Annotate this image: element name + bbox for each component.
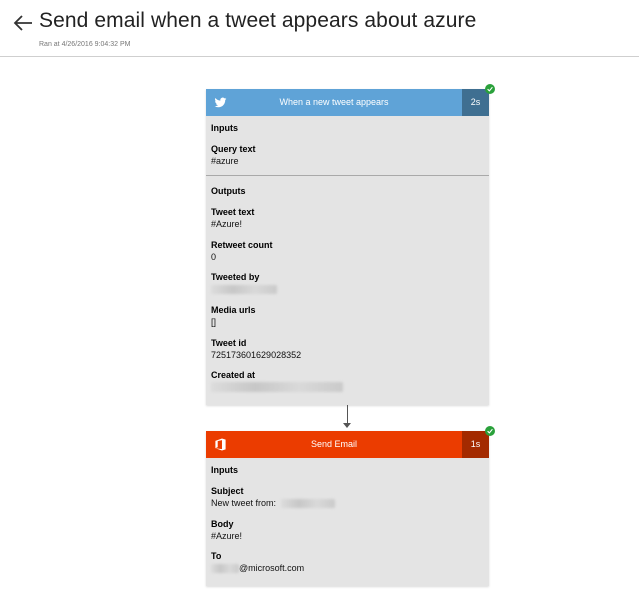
header-divider — [0, 56, 639, 57]
query-text-label: Query text — [211, 144, 256, 154]
redacted-text — [211, 564, 239, 574]
twitter-card-header[interactable]: When a new tweet appears 2s — [206, 89, 489, 116]
media-urls-value: [] — [211, 317, 217, 327]
tweet-text-value: #Azure! — [211, 219, 243, 229]
twitter-duration-badge: 2s — [462, 89, 489, 116]
back-arrow-icon[interactable] — [12, 12, 34, 34]
page-title: Send email when a tweet appears about az… — [39, 9, 477, 32]
created-at-value — [211, 381, 343, 392]
retweet-count-label: Retweet count — [211, 240, 273, 250]
email-inputs-heading: Inputs — [211, 465, 238, 475]
subject-label: Subject — [211, 486, 244, 496]
subject-value: New tweet from: — [211, 498, 335, 509]
email-duration-badge: 1s — [462, 431, 489, 458]
twitter-card-title: When a new tweet appears — [279, 97, 389, 107]
run-timestamp: Ran at 4/26/2016 9:04:32 PM — [39, 41, 131, 48]
redacted-text — [280, 499, 335, 509]
page-header: Send email when a tweet appears about az… — [0, 0, 639, 56]
tweet-id-label: Tweet id — [211, 338, 247, 348]
body-label: Body — [211, 519, 234, 529]
twitter-inputs-heading: Inputs — [211, 123, 238, 133]
tweeted-by-label: Tweeted by — [211, 272, 260, 282]
tweeted-by-value — [211, 284, 277, 295]
inputs-outputs-divider — [206, 175, 489, 176]
twitter-trigger-card[interactable]: When a new tweet appears 2s Inputs Query… — [206, 84, 495, 405]
redacted-text — [211, 285, 277, 295]
query-text-value: #azure — [211, 156, 239, 166]
media-urls-label: Media urls — [211, 305, 256, 315]
created-at-label: Created at — [211, 370, 256, 380]
subject-text: New tweet from: — [211, 498, 277, 508]
redacted-text — [211, 381, 343, 392]
to-domain-text: @microsoft.com — [239, 563, 305, 573]
send-email-card[interactable]: Send Email 1s Inputs Subject New tweet f… — [206, 426, 495, 586]
email-success-check-icon — [485, 426, 495, 436]
email-card-header[interactable]: Send Email 1s — [206, 431, 489, 458]
retweet-count-value: 0 — [211, 252, 217, 262]
tweet-text-label: Tweet text — [211, 207, 255, 217]
tweet-id-value: 725173601629028352 — [211, 350, 302, 360]
flow-arrow-icon — [343, 423, 351, 428]
twitter-success-check-icon — [485, 84, 495, 94]
flow-connector-line — [347, 405, 348, 425]
body-value: #Azure! — [211, 531, 243, 541]
twitter-outputs-heading: Outputs — [211, 186, 246, 196]
to-value: @microsoft.com — [211, 563, 305, 574]
email-card-title: Send Email — [310, 439, 358, 449]
to-label: To — [211, 551, 222, 561]
